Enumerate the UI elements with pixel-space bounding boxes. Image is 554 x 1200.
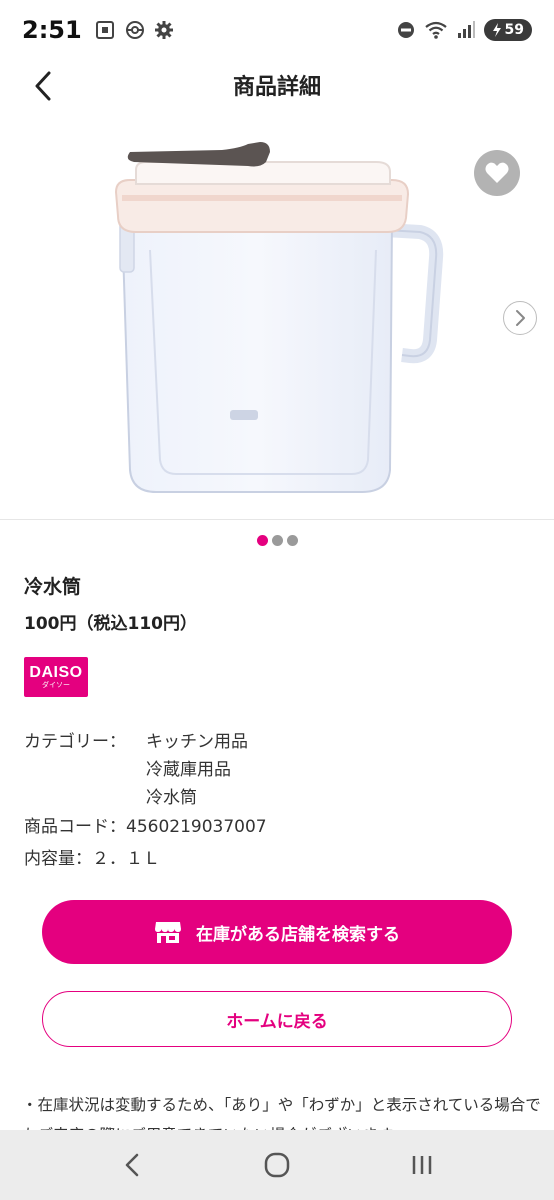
- product-image: [114, 142, 444, 493]
- heart-icon: [485, 162, 509, 183]
- wifi-icon: [424, 21, 447, 39]
- daiso-logo-sub: ダイソー: [42, 680, 70, 689]
- store-icon: [155, 922, 181, 943]
- next-image-button[interactable]: [503, 301, 537, 335]
- category-label: カテゴリー：: [24, 732, 126, 752]
- carousel-dot-2[interactable]: [271, 535, 283, 546]
- system-navigation-bar: [0, 1130, 554, 1200]
- page-title: 商品詳細: [232, 75, 321, 100]
- status-bar: 2:51 59: [0, 0, 554, 60]
- home-button-label: ホームに戻る: [226, 1011, 328, 1032]
- product-image-carousel[interactable]: [0, 118, 554, 520]
- nav-back-button[interactable]: [102, 1140, 162, 1190]
- nav-back-icon: [126, 1153, 139, 1177]
- back-button[interactable]: [22, 64, 66, 108]
- category-item: 冷水筒: [146, 788, 197, 808]
- screenshot-icon: [95, 21, 114, 39]
- status-left-icons: [94, 19, 174, 41]
- app-header: 商品詳細: [0, 60, 554, 110]
- search-store-button[interactable]: 在庫がある店舗を検索する: [42, 900, 512, 964]
- home-button[interactable]: ホームに戻る: [42, 991, 512, 1047]
- carousel-dot-1[interactable]: [256, 535, 268, 546]
- signal-icon: [457, 21, 475, 38]
- chevron-right-icon: [516, 310, 525, 326]
- product-code: 商品コード：4560219037007: [24, 817, 267, 837]
- product-volume: 内容量：２．１Ｌ: [24, 849, 160, 869]
- product-price: 100円（税込110円）: [24, 614, 197, 634]
- nav-recents-button[interactable]: [392, 1140, 452, 1190]
- chevron-left-icon: [35, 71, 51, 101]
- carousel-pagination: [0, 535, 554, 546]
- nav-home-button[interactable]: [247, 1140, 307, 1190]
- product-name: 冷水筒: [24, 576, 82, 598]
- status-time: 2:51: [22, 16, 82, 44]
- pokeball-icon: [125, 21, 144, 39]
- daiso-logo: DAISO ダイソー: [24, 657, 88, 697]
- category-item: キッチン用品: [146, 732, 248, 752]
- do-not-disturb-icon: [397, 22, 414, 38]
- nav-recents-icon: [412, 1156, 431, 1174]
- settings-gear-icon: [154, 21, 173, 39]
- search-store-button-label: 在庫がある店舗を検索する: [196, 924, 400, 945]
- daiso-logo-main: DAISO: [29, 663, 83, 681]
- status-right-icons: 59: [396, 19, 532, 41]
- category-row: カテゴリー： キッチン用品 冷蔵庫用品 冷水筒: [24, 728, 248, 812]
- category-block: カテゴリー： キッチン用品 冷蔵庫用品 冷水筒: [24, 728, 248, 812]
- battery-indicator: 59: [483, 19, 532, 41]
- favorite-button[interactable]: [474, 150, 520, 196]
- category-values: キッチン用品 冷蔵庫用品 冷水筒: [146, 728, 248, 812]
- carousel-dot-3[interactable]: [286, 535, 298, 546]
- nav-home-icon: [264, 1152, 290, 1178]
- category-item: 冷蔵庫用品: [146, 760, 231, 780]
- charging-bolt-icon: [492, 23, 501, 37]
- battery-level: 59: [504, 22, 524, 38]
